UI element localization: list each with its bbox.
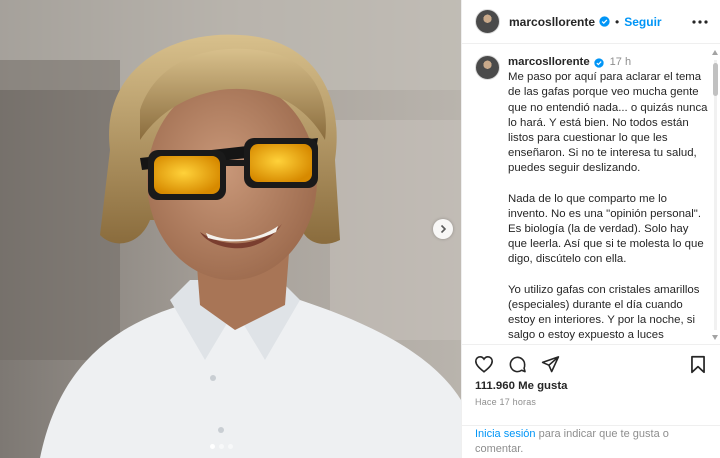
more-options-icon[interactable] [692,19,708,24]
comment-icon[interactable] [508,355,527,374]
bookmark-icon[interactable] [690,355,706,374]
post-side-panel: marcosllorente • Seguir marcosllorente 1… [461,0,720,458]
caption-paragraph: Nada de lo que comparto me lo invento. N… [508,192,704,266]
caption-row: marcosllorente 17 h Me paso por aquí par… [462,44,720,344]
login-prompt: Inicia sesión para indicar que te gusta … [462,425,720,457]
caption-paragraph: Me paso por aquí para aclarar el tema de… [508,71,708,175]
heart-icon[interactable] [474,355,494,373]
carousel-dot [210,444,215,449]
likes-count[interactable]: 111.960 Me gusta [475,380,567,392]
verified-badge-icon [599,16,610,27]
post-actions: 111.960 Me gusta Hace 17 horas Inicia se… [462,344,720,458]
caption-area[interactable]: marcosllorente 17 h Me paso por aquí par… [462,44,720,344]
separator-dot: • [615,14,620,29]
scrollbar-thumb[interactable] [713,63,718,96]
post-header: marcosllorente • Seguir [462,0,720,44]
follow-button[interactable]: Seguir [624,15,661,29]
caption-body: marcosllorente 17 h Me paso por aquí par… [508,55,708,344]
share-icon[interactable] [541,355,560,373]
avatar[interactable] [475,9,500,34]
scroll-down-arrow[interactable] [712,335,718,340]
post-photo[interactable] [0,0,461,458]
caption-scrollbar[interactable] [712,50,719,340]
header-username[interactable]: marcosllorente [509,15,595,29]
avatar[interactable] [475,55,500,80]
carousel-next-button[interactable] [433,219,453,239]
carousel-dot [228,444,233,449]
verified-badge-icon [594,57,604,68]
scrollbar-track[interactable] [714,60,717,330]
scroll-up-arrow[interactable] [712,50,718,55]
post-time-ago: Hace 17 horas [475,397,537,407]
man-with-yellow-sunglasses-photo [0,0,461,458]
carousel-dots [210,444,233,449]
action-icons [474,353,706,375]
caption-paragraph: Yo utilizo gafas con cristales amarillos… [508,283,700,342]
login-link[interactable]: Inicia sesión [475,428,536,440]
carousel-dot [219,444,224,449]
caption-username[interactable]: marcosllorente [508,55,590,70]
chevron-right-icon [440,224,447,234]
caption-timestamp[interactable]: 17 h [610,55,631,70]
caption-head: marcosllorente 17 h [508,55,708,70]
